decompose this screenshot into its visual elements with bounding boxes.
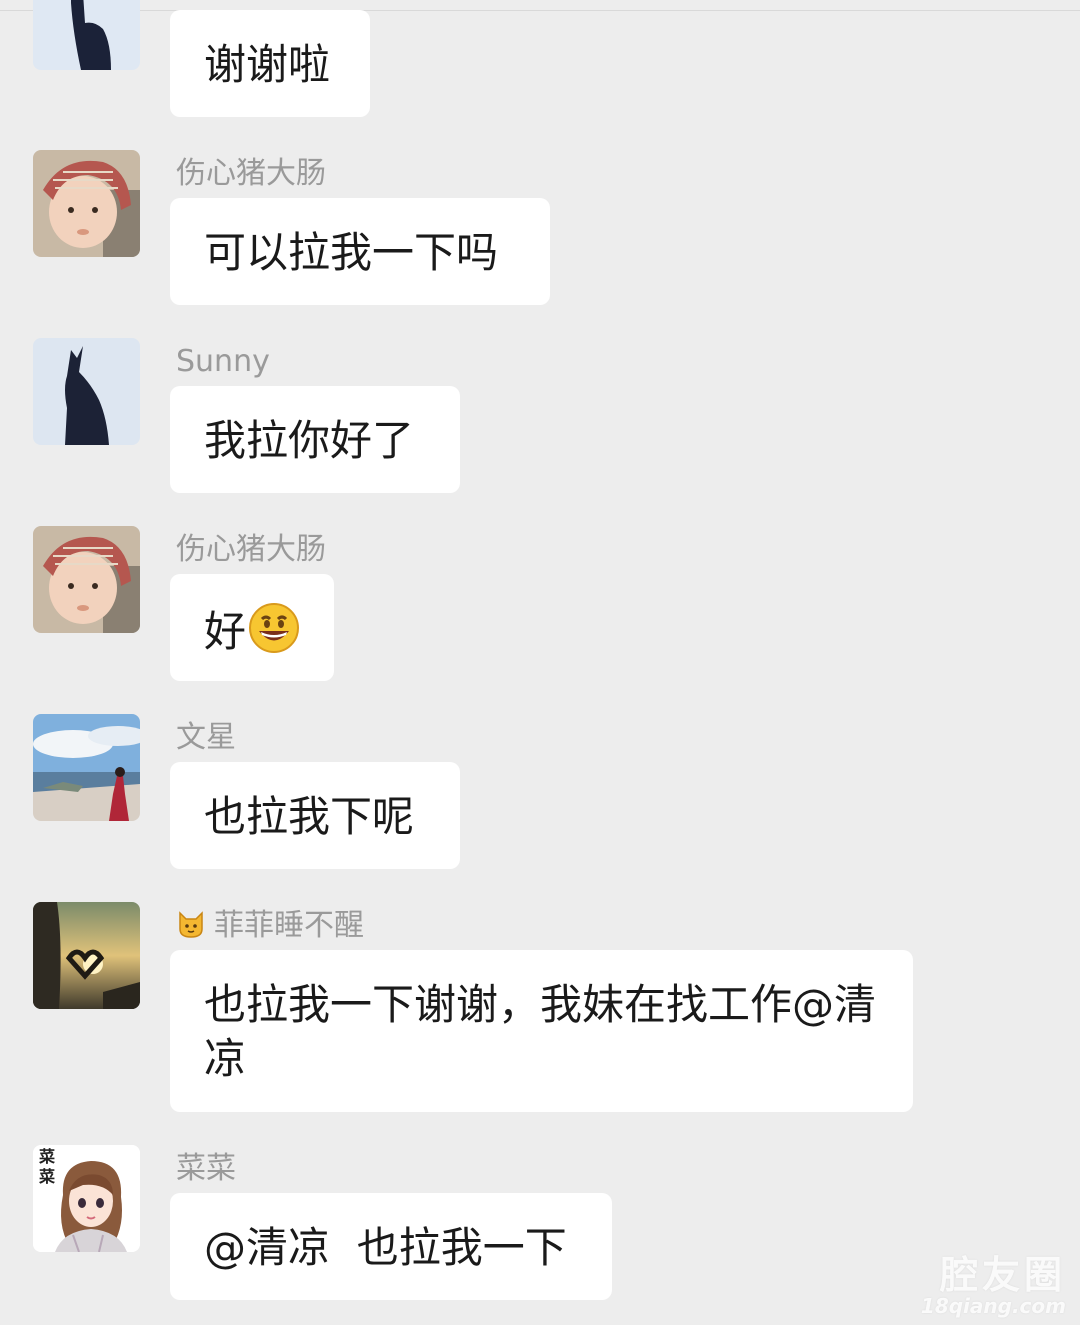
message-bubble[interactable]: 谢谢啦 bbox=[170, 10, 370, 117]
sender-name: 伤心猪大肠 bbox=[176, 156, 326, 191]
message-bubble[interactable]: 也拉我一下谢谢，我妹在找工作@清凉 bbox=[170, 950, 913, 1112]
sender-name-text: 菲菲睡不醒 bbox=[214, 908, 364, 943]
message-text: 可以拉我一下吗 bbox=[204, 228, 499, 277]
cat-face-icon bbox=[176, 909, 206, 948]
message-bubble[interactable]: @清凉 也拉我一下 bbox=[170, 1193, 612, 1300]
watermark-title: 腔友圈 bbox=[939, 1253, 1066, 1297]
sunset-heart-avatar[interactable] bbox=[33, 902, 140, 1009]
watermark-url: 18qiang.com bbox=[920, 1294, 1066, 1318]
watermark: 腔友圈 18qiang.com bbox=[921, 1255, 1066, 1317]
baby-avatar[interactable] bbox=[33, 150, 140, 257]
cartoon-girl-avatar[interactable]: 菜菜 bbox=[33, 1145, 140, 1252]
silhouette-avatar[interactable] bbox=[33, 0, 140, 70]
message-bubble[interactable]: 可以拉我一下吗 bbox=[170, 198, 550, 305]
sender-name: 伤心猪大肠 bbox=[176, 532, 326, 567]
baby-avatar[interactable] bbox=[33, 526, 140, 633]
message-text: 我拉你好了 bbox=[204, 416, 415, 465]
message-bubble[interactable]: 我拉你好了 bbox=[170, 386, 460, 493]
message-text: 好 bbox=[204, 607, 247, 656]
top-divider bbox=[0, 0, 1080, 11]
message-bubble[interactable]: 好 bbox=[170, 574, 334, 681]
sender-name: Sunny bbox=[176, 344, 270, 379]
avatar-label: 菜菜 bbox=[38, 1147, 55, 1186]
message-text: 也拉我一下谢谢，我妹在找工作@清凉 bbox=[204, 980, 877, 1083]
sender-name: 菲菲睡不醒 bbox=[176, 908, 364, 948]
landscape-avatar[interactable] bbox=[33, 714, 140, 821]
sender-name: 菜菜 bbox=[176, 1151, 236, 1186]
message-text: 也拉我下呢 bbox=[204, 792, 415, 841]
grinning-face-emoji bbox=[248, 602, 300, 667]
message-text: 谢谢啦 bbox=[204, 40, 331, 89]
silhouette-avatar[interactable] bbox=[33, 338, 140, 445]
message-text: @清凉 也拉我一下 bbox=[204, 1223, 567, 1272]
message-bubble[interactable]: 也拉我下呢 bbox=[170, 762, 460, 869]
sender-name: 文星 bbox=[176, 720, 236, 755]
